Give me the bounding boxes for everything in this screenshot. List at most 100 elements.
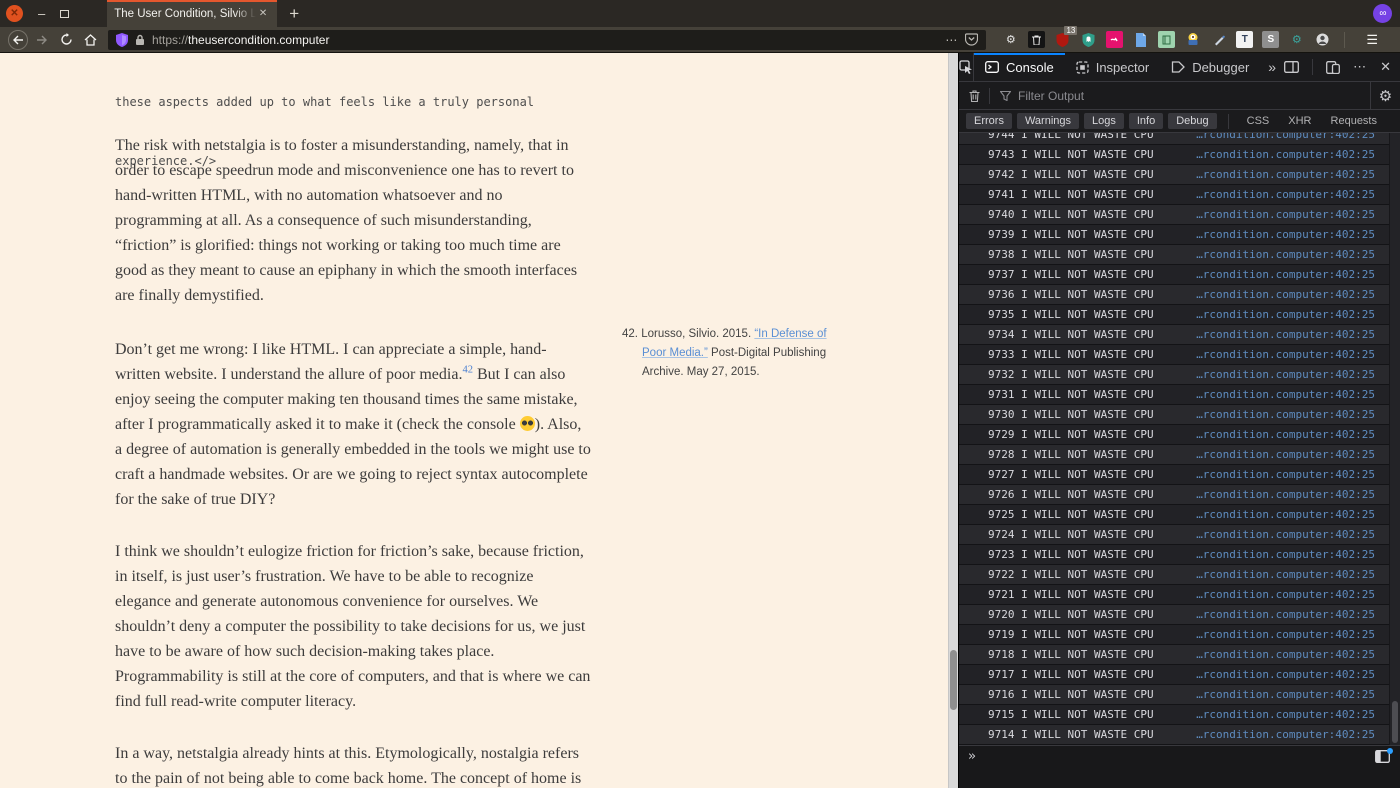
tab-close-icon[interactable]: ✕ xyxy=(256,6,270,21)
console-message-row: 9740 I WILL NOT WASTE CPU …rcondition.com… xyxy=(959,205,1400,225)
responsive-design-icon[interactable] xyxy=(1326,60,1341,74)
ublock-shield-icon[interactable]: 13 xyxy=(1054,26,1078,48)
pick-element-button[interactable] xyxy=(959,53,974,81)
tab-debugger[interactable]: Debugger xyxy=(1160,53,1260,81)
filter-button-info[interactable]: Info xyxy=(1128,113,1164,129)
console-source-link[interactable]: …rcondition.computer:402:25 xyxy=(1196,208,1375,221)
console-source-link[interactable]: …rcondition.computer:402:25 xyxy=(1196,228,1375,241)
console-source-link[interactable]: …rcondition.computer:402:25 xyxy=(1196,488,1375,501)
footnote-ref-link[interactable]: 42 xyxy=(462,365,473,376)
console-input-area[interactable]: » xyxy=(959,745,1400,788)
tab-inspector[interactable]: Inspector xyxy=(1065,53,1160,81)
notification-dot xyxy=(1387,748,1393,754)
tracking-protection-shield-icon[interactable] xyxy=(116,32,128,47)
account-person-icon[interactable] xyxy=(1314,31,1331,48)
console-source-link[interactable]: …rcondition.computer:402:25 xyxy=(1196,388,1375,401)
console-source-link[interactable]: …rcondition.computer:402:25 xyxy=(1196,688,1375,701)
back-button[interactable] xyxy=(6,29,30,51)
console-scrollbar-thumb[interactable] xyxy=(1392,701,1398,743)
footnote-number: 42. xyxy=(622,328,638,340)
ghostery-shield-icon[interactable] xyxy=(1080,31,1097,48)
reload-button[interactable] xyxy=(54,29,78,51)
console-source-link[interactable]: …rcondition.computer:402:25 xyxy=(1196,528,1375,541)
devtools-menu-icon[interactable]: ⋯ xyxy=(1353,59,1367,75)
console-source-link[interactable]: …rcondition.computer:402:25 xyxy=(1196,248,1375,261)
console-message-text: 9718 I WILL NOT WASTE CPU xyxy=(988,648,1154,661)
console-source-link[interactable]: …rcondition.computer:402:25 xyxy=(1196,548,1375,561)
console-source-link[interactable]: …rcondition.computer:402:25 xyxy=(1196,148,1375,161)
filter-category-css[interactable]: CSS xyxy=(1240,115,1277,127)
console-source-link[interactable]: …rcondition.computer:402:25 xyxy=(1196,308,1375,321)
console-message-row: 9732 I WILL NOT WASTE CPU …rcondition.com… xyxy=(959,365,1400,385)
home-icon xyxy=(84,33,96,46)
console-source-link[interactable]: …rcondition.computer:402:25 xyxy=(1196,268,1375,281)
tab-console[interactable]: Console xyxy=(974,53,1065,81)
console-filter-row: Filter Output ⚙ xyxy=(959,82,1400,110)
trash-extension-icon[interactable] xyxy=(1028,31,1046,48)
more-tabs-button[interactable]: » xyxy=(1260,53,1284,81)
filter-category-requests[interactable]: Requests xyxy=(1324,115,1384,127)
titlebar: ✕ – The User Condition, Silvio Lo ✕ + ∞ xyxy=(0,0,1400,27)
devtools-close-icon[interactable]: ✕ xyxy=(1380,59,1391,75)
filter-button-errors[interactable]: Errors xyxy=(966,113,1012,129)
console-source-link[interactable]: …rcondition.computer:402:25 xyxy=(1196,408,1375,421)
pink-extension-icon[interactable] xyxy=(1106,31,1124,48)
inspector-tab-icon xyxy=(1076,60,1089,74)
console-source-link[interactable]: …rcondition.computer:402:25 xyxy=(1196,708,1375,721)
container-mask-icon[interactable]: ∞ xyxy=(1373,4,1392,23)
console-source-link[interactable]: …rcondition.computer:402:25 xyxy=(1196,728,1375,741)
console-message-row: 9716 I WILL NOT WASTE CPU …rcondition.com… xyxy=(959,685,1400,705)
s-extension-icon[interactable]: S xyxy=(1262,31,1280,48)
console-source-link[interactable]: …rcondition.computer:402:25 xyxy=(1196,348,1375,361)
console-source-link[interactable]: …rcondition.computer:402:25 xyxy=(1196,288,1375,301)
settings-gear-icon[interactable]: ⚙ xyxy=(1002,31,1019,48)
console-source-link[interactable]: …rcondition.computer:402:25 xyxy=(1196,328,1375,341)
console-source-link[interactable]: …rcondition.computer:402:25 xyxy=(1196,188,1375,201)
console-settings-gear-icon[interactable]: ⚙ xyxy=(1370,82,1400,109)
url-bar[interactable]: https://theusercondition.computer ⋯ xyxy=(108,29,987,50)
console-message-text: 9726 I WILL NOT WASTE CPU xyxy=(988,488,1154,501)
console-message-row: 9726 I WILL NOT WASTE CPU …rcondition.com… xyxy=(959,485,1400,505)
browser-tab[interactable]: The User Condition, Silvio Lo ✕ xyxy=(107,0,278,27)
book-extension-icon[interactable] xyxy=(1158,31,1176,48)
filter-button-debug[interactable]: Debug xyxy=(1168,113,1217,129)
split-console-icon[interactable] xyxy=(1284,61,1300,73)
console-source-link[interactable]: …rcondition.computer:402:25 xyxy=(1196,133,1375,141)
filter-button-warnings[interactable]: Warnings xyxy=(1016,113,1080,129)
teal-gear-icon[interactable]: ⚙ xyxy=(1288,31,1305,48)
console-source-link[interactable]: …rcondition.computer:402:25 xyxy=(1196,608,1375,621)
window-maximize-button[interactable] xyxy=(60,9,70,18)
new-tab-button[interactable]: + xyxy=(277,0,311,27)
console-source-link[interactable]: …rcondition.computer:402:25 xyxy=(1196,648,1375,661)
filter-category-xhr[interactable]: XHR xyxy=(1281,115,1318,127)
page-scrollbar[interactable] xyxy=(948,53,958,788)
t-extension-icon[interactable]: T xyxy=(1236,31,1254,48)
console-source-link[interactable]: …rcondition.computer:402:25 xyxy=(1196,628,1375,641)
window-minimize-button[interactable]: – xyxy=(38,7,45,20)
toolbar-separator xyxy=(1344,31,1346,48)
pocket-icon[interactable] xyxy=(965,33,979,46)
page-actions-icon[interactable]: ⋯ xyxy=(945,33,958,47)
clear-console-button[interactable] xyxy=(959,89,989,102)
console-source-link[interactable]: …rcondition.computer:402:25 xyxy=(1196,668,1375,681)
document-extension-icon[interactable] xyxy=(1132,31,1149,48)
console-source-link[interactable]: …rcondition.computer:402:25 xyxy=(1196,428,1375,441)
menu-hamburger-icon[interactable]: ☰ xyxy=(1358,32,1386,48)
console-source-link[interactable]: …rcondition.computer:402:25 xyxy=(1196,168,1375,181)
filter-button-logs[interactable]: Logs xyxy=(1084,113,1124,129)
sidebar-toggle-button[interactable] xyxy=(1375,748,1393,768)
console-scrollbar[interactable] xyxy=(1389,133,1400,745)
console-source-link[interactable]: …rcondition.computer:402:25 xyxy=(1196,508,1375,521)
console-source-link[interactable]: …rcondition.computer:402:25 xyxy=(1196,468,1375,481)
filter-output-input[interactable]: Filter Output xyxy=(990,89,1370,103)
home-button[interactable] xyxy=(78,29,102,51)
window-close-button[interactable]: ✕ xyxy=(6,5,23,22)
console-source-link[interactable]: …rcondition.computer:402:25 xyxy=(1196,448,1375,461)
forward-button[interactable] xyxy=(30,29,54,51)
page-scrollbar-thumb[interactable] xyxy=(950,650,957,710)
console-source-link[interactable]: …rcondition.computer:402:25 xyxy=(1196,568,1375,581)
pen-extension-icon[interactable] xyxy=(1210,31,1227,48)
console-source-link[interactable]: …rcondition.computer:402:25 xyxy=(1196,368,1375,381)
character-extension-icon[interactable] xyxy=(1184,31,1201,48)
console-source-link[interactable]: …rcondition.computer:402:25 xyxy=(1196,588,1375,601)
